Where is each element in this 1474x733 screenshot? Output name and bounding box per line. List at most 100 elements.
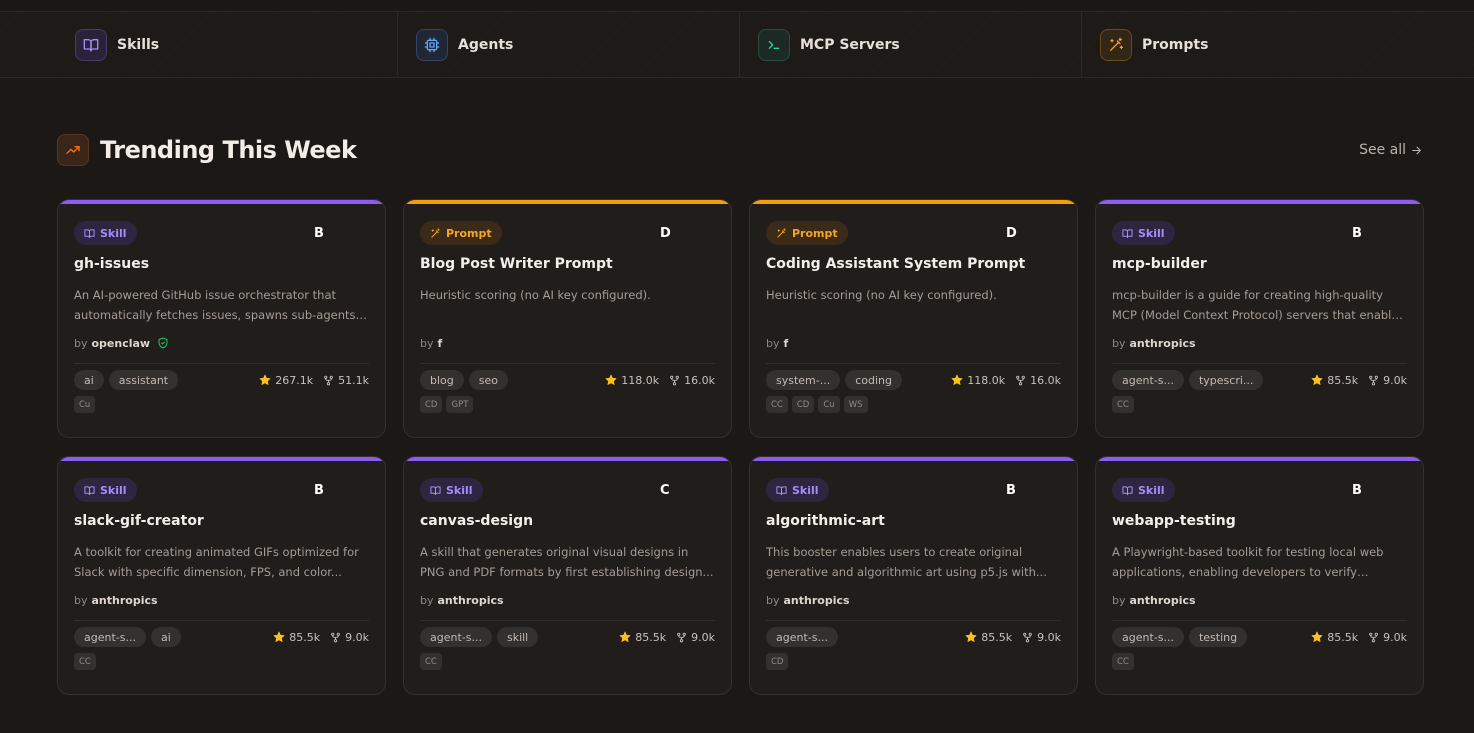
author-name[interactable]: openclaw	[92, 337, 151, 350]
forks-stat: 9.0k	[1368, 374, 1407, 387]
author-name[interactable]: f	[784, 337, 789, 350]
forks-stat: 16.0k	[1015, 374, 1061, 387]
forks-stat: 9.0k	[1022, 631, 1061, 644]
author-name[interactable]: anthropics	[92, 594, 158, 607]
forks-count: 9.0k	[691, 630, 715, 644]
tag-chip[interactable]: agent-s...	[420, 627, 492, 647]
tag-chip[interactable]: testing	[1188, 627, 1248, 647]
star-icon	[259, 374, 271, 386]
star-icon	[965, 631, 977, 643]
forks-count: 9.0k	[1037, 630, 1061, 644]
arrow-right-icon	[1412, 146, 1421, 154]
platform-chip: CD	[766, 653, 789, 670]
tag-chip[interactable]: agent-s...	[1112, 627, 1184, 647]
forks-count: 9.0k	[345, 630, 369, 644]
book-icon	[1122, 485, 1133, 496]
card-tags-row: system-... coding 118.0k 16.0k	[766, 369, 1061, 391]
author-name[interactable]: anthropics	[438, 594, 504, 607]
category-mcp-servers[interactable]: MCP Servers	[740, 12, 1082, 77]
trending-card[interactable]: Prompt D Blog Post Writer Prompt Heuristic …	[403, 199, 732, 438]
star-icon	[619, 631, 631, 643]
book-icon	[84, 485, 95, 496]
tag-chip[interactable]: agent-s...	[766, 627, 838, 647]
trending-card[interactable]: Prompt D Coding Assistant System Prompt Heu…	[749, 199, 1078, 438]
author-prefix: by	[74, 336, 88, 350]
type-label: Skill	[792, 483, 819, 497]
card-stats: 118.0k 16.0k	[951, 374, 1061, 387]
card-title[interactable]: slack-gif-creator	[74, 513, 369, 533]
author-name[interactable]: anthropics	[1130, 337, 1196, 350]
stars-stat: 85.5k	[273, 631, 320, 644]
forks-count: 16.0k	[1030, 373, 1061, 387]
card-header: Skill	[74, 477, 369, 503]
card-tags-row: agent-s... typescri... 85.5k 9.0k	[1112, 369, 1407, 391]
wand-icon	[776, 227, 787, 239]
card-title[interactable]: webapp-testing	[1112, 513, 1407, 533]
stars-stat: 118.0k	[605, 374, 659, 387]
stars-stat: 85.5k	[1311, 631, 1358, 644]
card-author: by anthropics	[766, 593, 1061, 607]
author-name[interactable]: f	[438, 337, 443, 350]
trending-card[interactable]: Skill Bslack-gif-creator A toolkit for cre…	[57, 456, 386, 695]
card-author: by anthropics	[1112, 336, 1407, 350]
book-icon	[75, 28, 107, 61]
card-title[interactable]: algorithmic-art	[766, 513, 1061, 533]
see-all-link[interactable]: See all	[1359, 142, 1423, 158]
card-title[interactable]: gh-issues	[74, 256, 369, 276]
card-tags-row: agent-s... testing 85.5k 9.0k	[1112, 626, 1407, 648]
star-icon	[1311, 374, 1323, 386]
category-label: MCP Servers	[800, 36, 900, 53]
tag-chip[interactable]: ai	[74, 370, 104, 390]
author-prefix: by	[1112, 336, 1126, 350]
trending-card[interactable]: Skill Bwebapp-testing A Playwright-based t…	[1095, 456, 1424, 695]
tag-chip[interactable]: agent-s...	[1112, 370, 1184, 390]
author-name[interactable]: anthropics	[1130, 594, 1196, 607]
type-label: Skill	[1138, 483, 1165, 497]
platform-row: CC	[420, 653, 715, 670]
type-badge: Skill	[74, 478, 137, 502]
card-tags-row: agent-s... ai 85.5k 9.0k	[74, 626, 369, 648]
platform-chip: Cu	[74, 396, 96, 413]
forks-stat: 51.1k	[323, 374, 369, 387]
stars-count: 85.5k	[289, 630, 321, 644]
trending-card[interactable]: Skill Bmcp-builder mcp-builder is a guide …	[1095, 199, 1424, 438]
platform-row: CD	[766, 653, 1061, 670]
fork-icon	[1015, 375, 1026, 386]
tag-chip[interactable]: ai	[150, 627, 181, 647]
author-prefix: by	[420, 336, 434, 350]
category-skills[interactable]: Skills	[57, 12, 398, 77]
grade-badge: D	[660, 226, 671, 241]
card-description: An AI-powered GitHub issue orchestrator …	[74, 288, 356, 322]
fork-icon	[669, 375, 680, 386]
card-accent-bar	[1096, 200, 1423, 204]
author-name[interactable]: anthropics	[784, 594, 850, 607]
platform-chip: WS	[843, 396, 868, 413]
card-title[interactable]: mcp-builder	[1112, 256, 1407, 276]
card-title[interactable]: canvas-design	[420, 513, 715, 533]
category-agents[interactable]: Agents	[398, 12, 740, 77]
platform-chip: CC	[766, 396, 788, 413]
fork-icon	[330, 632, 341, 643]
tag-chip[interactable]: assistant	[108, 370, 179, 390]
card-divider	[420, 363, 715, 364]
platform-chip: CC	[1112, 653, 1134, 670]
trending-card[interactable]: Skill Ccanvas-design A skill that generate…	[403, 456, 732, 695]
card-title[interactable]: Blog Post Writer Prompt	[420, 256, 715, 276]
card-accent-bar	[404, 457, 731, 461]
tag-chip[interactable]: blog	[420, 370, 464, 390]
card-header: Skill	[766, 477, 1061, 503]
grade-badge: B	[314, 226, 324, 241]
category-prompts[interactable]: Prompts	[1082, 12, 1424, 77]
trending-card[interactable]: Skill Balgorithmic-art This booster enable…	[749, 456, 1078, 695]
tag-chip[interactable]: agent-s...	[74, 627, 146, 647]
author-prefix: by	[74, 593, 88, 607]
tag-chip[interactable]: skill	[496, 627, 539, 647]
tag-chip[interactable]: typescri...	[1188, 370, 1264, 390]
tag-chip[interactable]: seo	[468, 370, 508, 390]
trending-card[interactable]: Skill Bgh-issues An AI-powered GitHub issu…	[57, 199, 386, 438]
card-stats: 85.5k 9.0k	[273, 631, 369, 644]
tag-chip[interactable]: system-...	[766, 370, 841, 390]
platform-row: CC	[74, 653, 369, 670]
card-title[interactable]: Coding Assistant System Prompt	[766, 256, 1061, 276]
tag-chip[interactable]: coding	[845, 370, 903, 390]
